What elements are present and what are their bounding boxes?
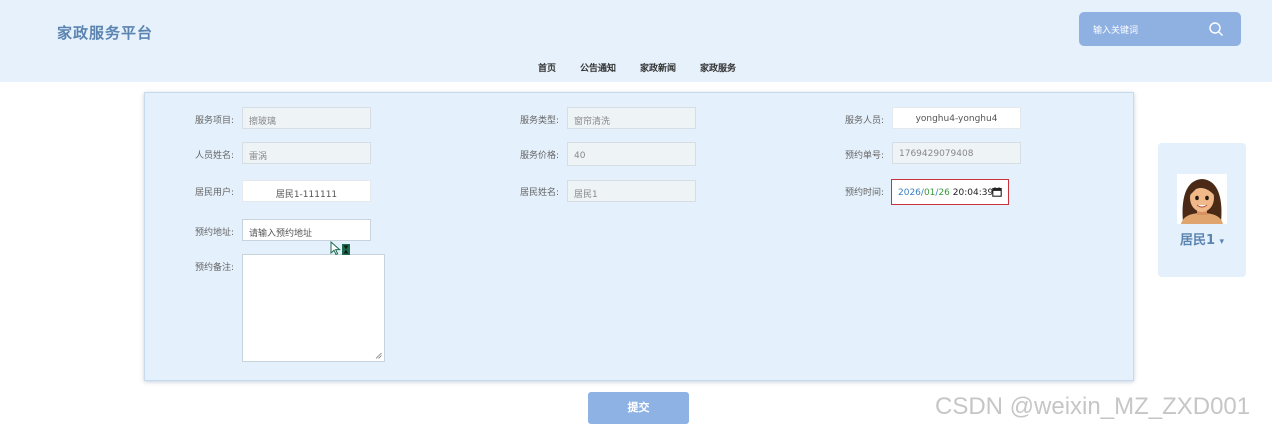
nav-item-home[interactable]: 首页 — [538, 61, 556, 74]
notes-label: 预约备注: — [195, 263, 235, 273]
address-input[interactable]: 请输入预约地址 — [242, 219, 371, 241]
chevron-down-icon: ▾ — [1219, 237, 1225, 247]
appointment-time-label: 预约时间: — [845, 188, 885, 198]
staff-label: 服务人员: — [845, 116, 885, 126]
service-price-label: 服务价格: — [520, 151, 560, 161]
resize-handle-icon[interactable] — [375, 352, 382, 359]
main-nav: 首页 公告通知 家政新闻 家政服务 — [0, 61, 1272, 75]
date-day: 26 — [938, 188, 950, 198]
date-month: 01 — [923, 188, 936, 198]
search-icon[interactable] — [1208, 21, 1224, 37]
search-box[interactable]: 输入关键词 — [1079, 12, 1241, 46]
order-no-label: 预约单号: — [845, 151, 885, 161]
nav-item-services[interactable]: 家政服务 — [700, 61, 736, 74]
user-card: 居民1 ▾ — [1158, 143, 1246, 277]
avatar[interactable] — [1177, 174, 1227, 224]
staff-field[interactable]: yonghu4-yonghu4 — [892, 107, 1021, 129]
search-input[interactable]: 输入关键词 — [1093, 23, 1138, 36]
nav-item-news[interactable]: 家政新闻 — [640, 61, 676, 74]
submit-button[interactable]: 提交 — [588, 392, 689, 424]
user-name-label: 居民1 — [1179, 233, 1215, 248]
date-time: 20:04:39 — [949, 188, 994, 198]
staff-name-field[interactable]: 雷涡 — [242, 142, 371, 164]
booking-form-panel: 服务项目: 擦玻璃 服务类型: 窗帘清洗 服务人员: yonghu4-yongh… — [144, 92, 1134, 381]
resident-name-label: 居民姓名: — [520, 188, 560, 198]
cursor-icon — [330, 241, 350, 256]
date-year: 2026 — [898, 188, 921, 198]
order-no-field[interactable]: 1769429079408 — [892, 142, 1021, 164]
address-label: 预约地址: — [195, 228, 235, 238]
service-type-label: 服务类型: — [520, 116, 560, 126]
staff-name-label: 人员姓名: — [195, 151, 235, 161]
notes-textarea[interactable] — [242, 254, 385, 362]
calendar-icon[interactable] — [992, 187, 1002, 197]
brand-title[interactable]: 家政服务平台 — [57, 22, 153, 43]
service-type-field[interactable]: 窗帘清洗 — [567, 107, 696, 129]
top-header: 家政服务平台 输入关键词 首页 公告通知 家政新闻 家政服务 — [0, 0, 1272, 82]
user-name-menu[interactable]: 居民1 ▾ — [1158, 229, 1246, 248]
service-item-label: 服务项目: — [195, 116, 235, 126]
resident-user-field[interactable]: 居民1-111111 — [242, 180, 371, 202]
appointment-time-field[interactable]: 2026/01/26 20:04:39 — [891, 179, 1009, 205]
nav-item-notices[interactable]: 公告通知 — [580, 61, 616, 74]
service-price-field[interactable]: 40 — [567, 142, 696, 166]
resident-user-label: 居民用户: — [195, 188, 235, 198]
watermark: CSDN @weixin_MZ_ZXD001 — [935, 393, 1251, 420]
service-item-field[interactable]: 擦玻璃 — [242, 107, 371, 129]
resident-name-field[interactable]: 居民1 — [567, 180, 696, 202]
